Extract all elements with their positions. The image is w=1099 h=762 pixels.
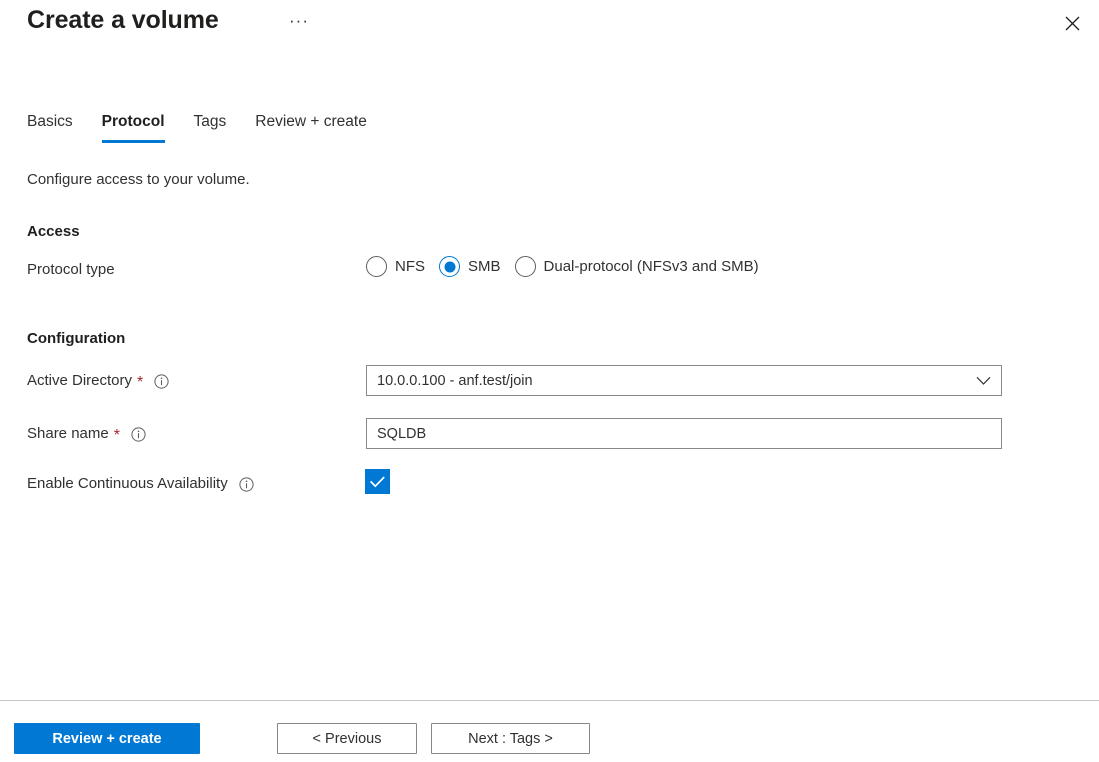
radio-circle-icon xyxy=(515,256,536,277)
chevron-down-icon xyxy=(976,376,991,386)
wizard-tabs: Basics Protocol Tags Review + create xyxy=(27,112,367,150)
radio-label-nfs: NFS xyxy=(395,258,425,275)
blade-header: Create a volume ··· xyxy=(0,0,1099,56)
radio-label-smb: SMB xyxy=(468,258,501,275)
label-protocol-type-text: Protocol type xyxy=(27,260,115,280)
ellipsis-glyph: ··· xyxy=(289,12,309,29)
label-continuous-availability-text: Enable Continuous Availability xyxy=(27,474,228,494)
share-name-input[interactable] xyxy=(377,426,991,442)
active-directory-dropdown[interactable]: 10.0.0.100 - anf.test/join xyxy=(366,365,1002,396)
section-heading-access: Access xyxy=(27,223,80,240)
radio-option-dual-protocol[interactable]: Dual-protocol (NFSv3 and SMB) xyxy=(515,256,759,277)
radio-circle-icon xyxy=(366,256,387,277)
tab-basics[interactable]: Basics xyxy=(27,112,73,143)
more-options-icon[interactable]: ··· xyxy=(286,12,312,38)
info-circle-icon xyxy=(239,477,254,492)
label-share-name-text: Share name xyxy=(27,424,109,444)
next-tags-button[interactable]: Next : Tags > xyxy=(431,723,590,754)
radio-option-nfs[interactable]: NFS xyxy=(366,256,425,277)
protocol-type-radio-group: NFS SMB Dual-protocol (NFSv3 and SMB) xyxy=(366,256,759,277)
continuous-availability-checkbox[interactable] xyxy=(365,469,390,494)
previous-button[interactable]: < Previous xyxy=(277,723,417,754)
review-create-button[interactable]: Review + create xyxy=(14,723,200,754)
tab-review-create[interactable]: Review + create xyxy=(255,112,367,143)
checkmark-icon xyxy=(370,476,385,488)
blade-footer: Review + create < Previous Next : Tags > xyxy=(0,701,1099,762)
tab-tags[interactable]: Tags xyxy=(194,112,227,143)
info-circle-icon xyxy=(131,427,146,442)
label-share-name: Share name * xyxy=(27,424,146,444)
label-active-directory-text: Active Directory xyxy=(27,371,132,391)
info-icon[interactable] xyxy=(131,427,146,442)
blade-subtitle: Configure access to your volume. xyxy=(27,171,250,188)
required-asterisk: * xyxy=(137,375,143,390)
radio-label-dual-protocol: Dual-protocol (NFSv3 and SMB) xyxy=(544,258,759,275)
section-heading-configuration: Configuration xyxy=(27,330,125,347)
required-asterisk: * xyxy=(114,428,120,443)
label-continuous-availability: Enable Continuous Availability xyxy=(27,474,254,494)
info-circle-icon xyxy=(154,374,169,389)
radio-circle-selected-icon xyxy=(439,256,460,277)
page-title: Create a volume xyxy=(27,6,219,35)
label-protocol-type: Protocol type xyxy=(27,260,115,280)
radio-option-smb[interactable]: SMB xyxy=(439,256,501,277)
label-active-directory: Active Directory * xyxy=(27,371,169,391)
create-volume-blade: Create a volume ··· Basics Protocol Tags… xyxy=(0,0,1099,762)
info-icon[interactable] xyxy=(239,477,254,492)
info-icon[interactable] xyxy=(154,374,169,389)
close-button[interactable] xyxy=(1055,6,1089,40)
active-directory-value: 10.0.0.100 - anf.test/join xyxy=(377,373,533,389)
share-name-field[interactable] xyxy=(366,418,1002,449)
close-icon xyxy=(1065,16,1080,31)
tab-protocol[interactable]: Protocol xyxy=(102,112,165,143)
